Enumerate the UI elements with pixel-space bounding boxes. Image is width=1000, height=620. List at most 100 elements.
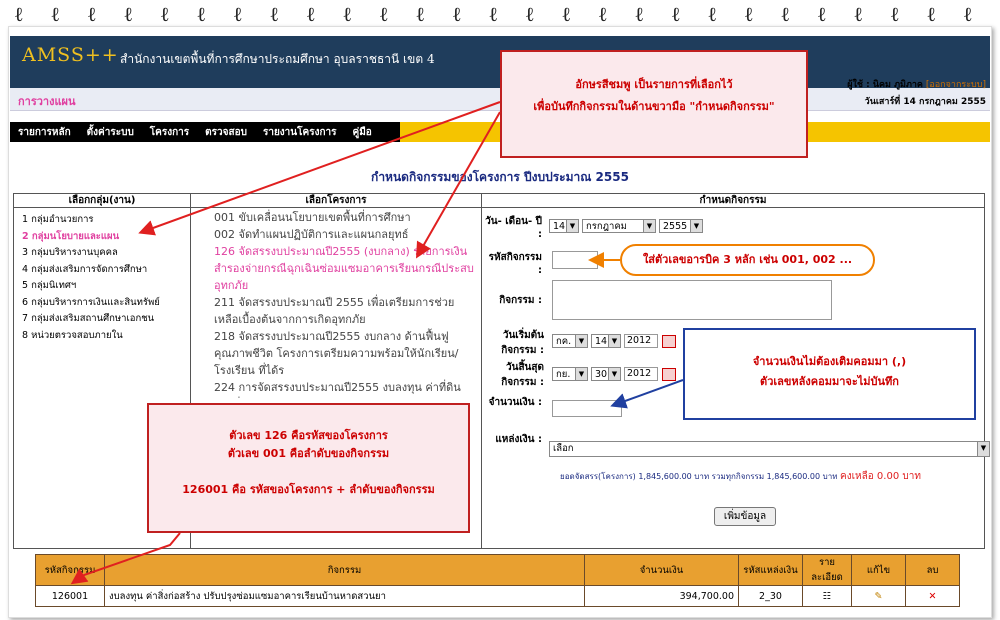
remaining-amount: คงเหลือ 0.00 บาท <box>840 471 921 482</box>
menu-projects[interactable]: โครงการ <box>142 125 197 140</box>
group-item[interactable]: 5 กลุ่มนิเทศฯ <box>22 278 160 295</box>
groups-header: เลือกกลุ่ม(งาน) <box>14 194 190 208</box>
binder-ring-icon: ℓ <box>452 2 462 26</box>
binder-ring-icon: ℓ <box>707 2 718 26</box>
callout-line: 126001 คือ รหัสของโครงการ + ลำดับของกิจก… <box>182 483 435 496</box>
cell-activity: งบลงทุน ค่าสิ่งก่อสร้าง ปรับปรุงซ่อมแซมอ… <box>104 585 585 607</box>
calendar-icon[interactable] <box>662 335 676 348</box>
binder-ring-icon: ℓ <box>50 2 61 26</box>
menu-settings[interactable]: ตั้งค่าระบบ <box>79 125 142 140</box>
table-row: 126001 งบลงทุน ค่าสิ่งก่อสร้าง ปรับปรุงซ… <box>35 585 960 607</box>
group-item[interactable]: 6 กลุ่มบริหารการเงินและสินทรัพย์ <box>22 295 160 312</box>
budget-summary: ยอดจัดสรร(โครงการ) 1,845,600.00 บาท รวมท… <box>560 469 921 484</box>
group-item[interactable]: 1 กลุ่มอำนวยการ <box>22 212 160 229</box>
binder-ring-icon: ℓ <box>123 2 134 26</box>
callout-code-explain: ตัวเลข 126 คือรหัสของโครงการ ตัวเลข 001 … <box>147 403 470 533</box>
delete-x-icon[interactable]: ✕ <box>905 585 960 607</box>
day-value: 14 <box>553 221 566 232</box>
chevron-down-icon: ▼ <box>690 220 702 232</box>
project-item[interactable]: 218 จัดสรรงบประมาณปี2555 งบกลาง ด้านฟื้น… <box>202 328 477 379</box>
binder-ring-icon: ℓ <box>233 2 243 26</box>
binder-ring-icon: ℓ <box>379 2 389 26</box>
group-item-selected[interactable]: 2 กลุ่มนโยบายและแผน <box>22 229 160 246</box>
binder-ring-icon: ℓ <box>853 2 864 26</box>
day-select[interactable]: 14 ▼ <box>549 219 579 233</box>
menu-manual[interactable]: คู่มือ <box>345 125 380 140</box>
binder-ring-icon: ℓ <box>561 2 572 26</box>
callout-line: ตัวเลขหลังคอมมาจะไม่บันทึก <box>760 375 899 388</box>
col-code: รหัสกิจกรรม <box>35 554 105 586</box>
activity-label: กิจกรรม : <box>499 295 542 306</box>
project-item[interactable]: 211 จัดสรรงบประมาณปี 2555 เพื่อเตรียมการ… <box>202 294 477 328</box>
cell-amount: 394,700.00 <box>584 585 739 607</box>
binder-ring-icon: ℓ <box>342 2 353 26</box>
add-button[interactable]: เพิ่มข้อมูล <box>714 507 776 526</box>
callout-line: จำนวนเงินไม่ต้องเติมคอมมา (,) <box>752 355 907 368</box>
summary-text: ยอดจัดสรร(โครงการ) 1,845,600.00 บาท รวมท… <box>560 472 838 481</box>
group-item[interactable]: 3 กลุ่มบริหารงานบุคคล <box>22 245 160 262</box>
project-item[interactable]: 002 จัดทำแผนปฏิบัติการและแผนกลยุทธ์ <box>202 226 477 243</box>
chevron-down-icon: ▼ <box>608 335 620 347</box>
amount-input[interactable] <box>552 400 622 417</box>
menu-main[interactable]: รายการหลัก <box>10 125 79 140</box>
col-edit: แก้ไข <box>851 554 906 586</box>
binder-ring-icon: ℓ <box>415 2 426 26</box>
source-label: แหล่งเงิน : <box>495 434 542 445</box>
end-year-input[interactable]: 2012 <box>624 367 658 381</box>
callout-code-hint: ใส่ตัวเลขอารบิค 3 หลัก เช่น 001, 002 ... <box>620 244 875 276</box>
chevron-down-icon: ▼ <box>575 368 587 380</box>
logout-link[interactable]: [ออกจากระบบ] <box>926 80 986 90</box>
start-day-select[interactable]: 14 ▼ <box>591 334 621 348</box>
project-item-selected[interactable]: 126 จัดสรรงบประมาณปี2555 (งบกลาง) รายการ… <box>202 243 477 294</box>
binder-ring-icon: ℓ <box>525 2 535 26</box>
start-year-input[interactable]: 2012 <box>624 334 658 348</box>
calendar-icon[interactable] <box>662 368 676 381</box>
detail-icon[interactable]: ☷ <box>802 585 852 607</box>
end-day-value: 30 <box>595 369 608 380</box>
callout-line: อักษรสีชมพู เป็นรายการที่เลือกไว้ <box>575 78 733 91</box>
edit-pencil-icon[interactable]: ✎ <box>851 585 906 607</box>
month-select[interactable]: กรกฎาคม ▼ <box>582 219 656 233</box>
activity-header: กำหนดกิจกรรม <box>482 194 984 208</box>
end-month-select[interactable]: กย. ▼ <box>552 367 588 381</box>
current-date: วันเสาร์ที่ 14 กรกฎาคม 2555 <box>864 97 986 107</box>
source-select[interactable]: เลือก ▼ <box>549 441 990 457</box>
date-label: วัน- เดือน- ปี : <box>485 216 542 240</box>
year-value: 2555 <box>663 221 688 232</box>
start-month-select[interactable]: กค. ▼ <box>552 334 588 348</box>
activity-code-input[interactable] <box>552 251 598 269</box>
binder-ring-icon: ℓ <box>14 2 24 26</box>
group-item[interactable]: 8 หน่วยตรวจสอบภายใน <box>22 328 160 345</box>
binder-ring-icon: ℓ <box>488 2 499 26</box>
year-select[interactable]: 2555 ▼ <box>659 219 703 233</box>
org-name: สำนักงานเขตพื้นที่การศึกษาประถมศึกษา อุบ… <box>120 52 435 66</box>
callout-amount-hint: จำนวนเงินไม่ต้องเติมคอมมา (,) ตัวเลขหลัง… <box>683 328 976 420</box>
binder-ring-icon: ℓ <box>926 2 937 26</box>
binder-ring-icon: ℓ <box>744 2 754 26</box>
section-title: การวางแผน <box>18 95 76 108</box>
end-day-select[interactable]: 30 ▼ <box>591 367 621 381</box>
group-item[interactable]: 7 กลุ่มส่งเสริมสถานศึกษาเอกชน <box>22 311 160 328</box>
chevron-down-icon: ▼ <box>643 220 655 232</box>
project-item[interactable]: 224 การจัดสรรงบประมาณปี2555 งบลงทุน ค่าท… <box>202 379 477 399</box>
binder-ring-icon: ℓ <box>598 2 608 26</box>
callout-line: ตัวเลข 001 คือลำดับของกิจกรรม <box>227 447 390 460</box>
binder-ring-icon: ℓ <box>817 2 827 26</box>
menu-report[interactable]: รายงานโครงการ <box>255 125 345 140</box>
start-month-value: กค. <box>556 336 572 347</box>
project-item[interactable]: 001 ขับเคลื่อนนโยบายเขตพื้นที่การศึกษา <box>202 209 477 226</box>
group-item[interactable]: 4 กลุ่มส่งเสริมการจัดการศึกษา <box>22 262 160 279</box>
activity-textarea[interactable] <box>552 280 832 320</box>
col-amount: จำนวนเงิน <box>584 554 739 586</box>
amount-label: จำนวนเงิน : <box>488 397 542 408</box>
chevron-down-icon: ▼ <box>977 442 989 456</box>
end-month-value: กย. <box>556 369 571 380</box>
chevron-down-icon: ▼ <box>575 335 587 347</box>
binder-ring-icon: ℓ <box>269 2 280 26</box>
col-detail: รายละเอียด <box>802 554 852 586</box>
source-value: เลือก <box>553 443 574 454</box>
menu-check[interactable]: ตรวจสอบ <box>197 125 255 140</box>
chevron-down-icon: ▼ <box>608 368 620 380</box>
table-header-row: รหัสกิจกรรม กิจกรรม จำนวนเงิน รหัสแหล่งเ… <box>35 554 960 586</box>
code-label: รหัสกิจกรรม : <box>488 252 542 276</box>
